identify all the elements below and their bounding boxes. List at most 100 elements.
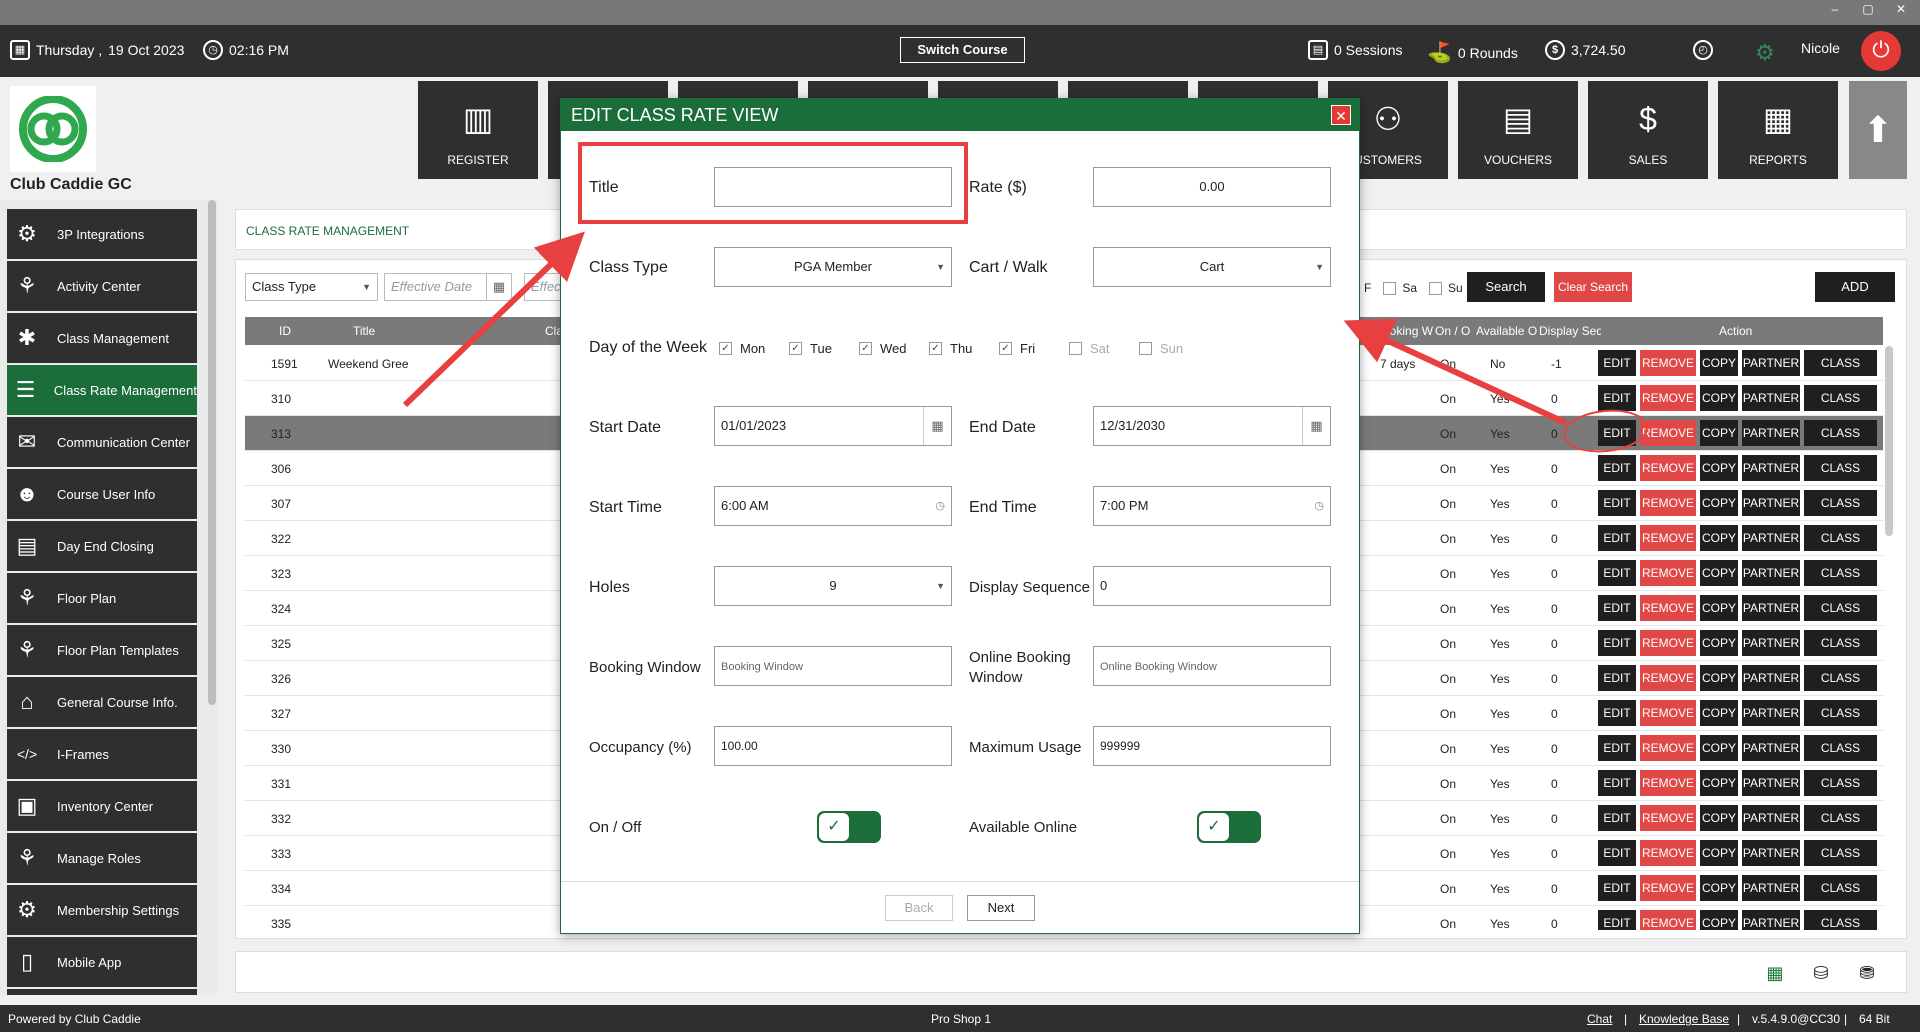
class-type-button[interactable]: CLASS TYPE [1804, 490, 1877, 536]
copy-button[interactable]: COPY [1700, 420, 1738, 446]
remove-button[interactable]: REMOVE [1640, 385, 1696, 411]
sidebar-item-communication-center[interactable]: ✉ Communication Center [7, 417, 197, 467]
sidebar-scrollbar[interactable] [208, 200, 216, 705]
sidebar-item-course-user-info[interactable]: ☻ Course User Info [7, 469, 197, 519]
class-type-button[interactable]: CLASS TYPE [1804, 770, 1877, 816]
sidebar-item-floor-plan[interactable]: ⚘ Floor Plan [7, 573, 197, 623]
add-database-icon[interactable]: ⛁ [1810, 962, 1832, 984]
copy-button[interactable]: COPY [1700, 525, 1738, 551]
nav-reports[interactable]: ▦ REPORTS [1718, 81, 1838, 179]
class-type-button[interactable]: CLASS TYPE [1804, 385, 1877, 431]
sidebar-item-day-end-closing[interactable]: ▤ Day End Closing [7, 521, 197, 571]
clock-icon[interactable]: ◷ [935, 487, 945, 525]
checkbox-checked-icon[interactable]: ✓ [789, 342, 802, 355]
remove-button[interactable]: REMOVE [1640, 770, 1696, 796]
edit-button[interactable]: EDIT [1598, 385, 1636, 411]
dialog-close-button[interactable]: ✕ [1331, 105, 1351, 125]
partner-button[interactable]: PARTNER [1742, 700, 1800, 726]
close-window-button[interactable]: ✕ [1886, 2, 1916, 16]
edit-button[interactable]: EDIT [1598, 700, 1636, 726]
edit-button[interactable]: EDIT [1598, 665, 1636, 691]
remove-button[interactable]: REMOVE [1640, 875, 1696, 901]
day-checkbox-mon[interactable]: ✓ Mon [719, 341, 765, 356]
cart-walk-select[interactable]: Cart ▼ [1093, 247, 1331, 287]
edit-button[interactable]: EDIT [1598, 525, 1636, 551]
checkbox-checked-icon[interactable]: ✓ [929, 342, 942, 355]
excel-export-icon[interactable]: ▦ [1764, 962, 1786, 984]
day-checkbox-tue[interactable]: ✓ Tue [789, 341, 832, 356]
sidebar-item-membership-settings[interactable]: ⚙ Membership Settings [7, 885, 197, 935]
sidebar-item-class-rate-management[interactable]: ☰ Class Rate Management [7, 365, 197, 415]
class-type-button[interactable]: CLASS TYPE [1804, 595, 1877, 641]
nav-sales[interactable]: $ SALES [1588, 81, 1708, 179]
rounds-display[interactable]: ⛳ 0 Rounds [1427, 40, 1518, 65]
partner-button[interactable]: PARTNER [1742, 630, 1800, 656]
copy-button[interactable]: COPY [1700, 875, 1738, 901]
remove-button[interactable]: REMOVE [1640, 595, 1696, 621]
edit-button[interactable]: EDIT [1598, 910, 1636, 930]
class-type-filter[interactable]: Class Type ▼ [245, 273, 378, 301]
remove-button[interactable]: REMOVE [1640, 560, 1696, 586]
class-type-button[interactable]: CLASS TYPE [1804, 525, 1877, 571]
partner-button[interactable]: PARTNER [1742, 910, 1800, 930]
class-type-button[interactable]: CLASS TYPE [1804, 875, 1877, 921]
sidebar-item-3p-integrations[interactable]: ⚙ 3P Integrations [7, 209, 197, 259]
checkbox-checked-icon[interactable]: ✓ [719, 342, 732, 355]
calendar-icon[interactable]: ▦ [923, 407, 951, 445]
copy-button[interactable]: COPY [1700, 735, 1738, 761]
copy-button[interactable]: COPY [1700, 770, 1738, 796]
partner-button[interactable]: PARTNER [1742, 420, 1800, 446]
sidebar-item-i-frames[interactable]: </> I-Frames [7, 729, 197, 779]
copy-button[interactable]: COPY [1700, 700, 1738, 726]
end-date-input[interactable]: 12/31/2030 ▦ [1093, 406, 1331, 446]
maximum-usage-input[interactable]: 999999 [1093, 726, 1331, 766]
search-button[interactable]: Search [1467, 272, 1545, 302]
calendar-icon[interactable]: ▦ [486, 273, 512, 301]
sidebar-item-mobile-app[interactable]: ▯ Mobile App [7, 937, 197, 987]
partner-button[interactable]: PARTNER [1742, 875, 1800, 901]
column-header-booking-window[interactable]: Booking W [1375, 324, 1435, 338]
rate-input[interactable]: 0.00 [1093, 167, 1331, 207]
nav-vouchers[interactable]: ▤ VOUCHERS [1458, 81, 1578, 179]
sidebar-item-activity-center[interactable]: ⚘ Activity Center [7, 261, 197, 311]
partner-button[interactable]: PARTNER [1742, 840, 1800, 866]
booking-window-input[interactable]: Booking Window [714, 646, 952, 686]
end-time-input[interactable]: 7:00 PM ◷ [1093, 486, 1331, 526]
day-checkbox-sun[interactable]: Sun [1139, 341, 1183, 356]
calendar-icon[interactable]: ▦ [1302, 407, 1330, 445]
day-filter-su-checkbox[interactable] [1429, 281, 1443, 295]
remove-button[interactable]: REMOVE [1640, 525, 1696, 551]
edit-button[interactable]: EDIT [1598, 840, 1636, 866]
nav-register[interactable]: ▥ REGISTER [418, 81, 538, 179]
chat-link[interactable]: Chat [1587, 1012, 1612, 1026]
class-type-button[interactable]: CLASS TYPE [1804, 700, 1877, 746]
remove-button[interactable]: REMOVE [1640, 910, 1696, 930]
class-type-button[interactable]: CLASS TYPE [1804, 350, 1877, 396]
edit-button[interactable]: EDIT [1598, 805, 1636, 831]
partner-button[interactable]: PARTNER [1742, 560, 1800, 586]
table-scrollbar[interactable] [1885, 346, 1893, 536]
sessions-display[interactable]: ▤ 0 Sessions [1308, 40, 1402, 60]
copy-button[interactable]: COPY [1700, 665, 1738, 691]
minimize-button[interactable]: – [1820, 2, 1850, 16]
edit-button[interactable]: EDIT [1598, 350, 1636, 376]
class-type-button[interactable]: CLASS TYPE [1804, 560, 1877, 606]
database-settings-icon[interactable]: ⛃ [1856, 962, 1878, 984]
copy-button[interactable]: COPY [1700, 385, 1738, 411]
switch-course-button[interactable]: Switch Course [900, 37, 1025, 63]
class-type-button[interactable]: CLASS TYPE [1804, 630, 1877, 676]
user-name[interactable]: Nicole [1801, 40, 1840, 56]
next-button[interactable]: Next [967, 895, 1035, 921]
edit-button[interactable]: EDIT [1598, 490, 1636, 516]
partner-button[interactable]: PARTNER [1742, 805, 1800, 831]
sidebar-item-general-course-info[interactable]: ⌂ General Course Info. [7, 677, 197, 727]
remove-button[interactable]: REMOVE [1640, 490, 1696, 516]
copy-button[interactable]: COPY [1700, 805, 1738, 831]
day-filter-sa-checkbox[interactable] [1383, 281, 1397, 295]
remove-button[interactable]: REMOVE [1640, 700, 1696, 726]
partner-button[interactable]: PARTNER [1742, 385, 1800, 411]
copy-button[interactable]: COPY [1700, 840, 1738, 866]
class-type-button[interactable]: CLASS TYPE [1804, 455, 1877, 501]
start-date-input[interactable]: 01/01/2023 ▦ [714, 406, 952, 446]
add-button[interactable]: ADD [1815, 272, 1895, 302]
